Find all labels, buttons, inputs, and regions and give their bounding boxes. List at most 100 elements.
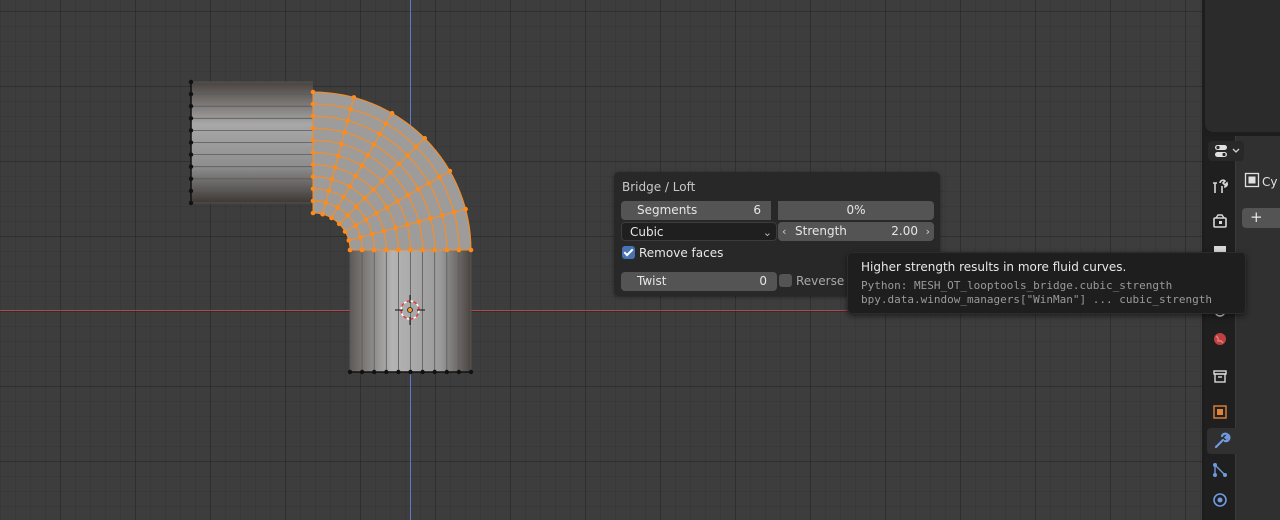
vertex-selected[interactable] xyxy=(336,221,342,227)
vertex-selected[interactable] xyxy=(310,198,316,204)
vertex-selected[interactable] xyxy=(348,106,354,112)
vertex-selected[interactable] xyxy=(371,142,377,147)
increment-arrow-icon[interactable]: › xyxy=(926,222,930,241)
vertex-selected[interactable] xyxy=(416,219,422,224)
vertex-selected[interactable] xyxy=(362,195,368,201)
vertex-selected[interactable] xyxy=(363,217,369,222)
vertex-selected[interactable] xyxy=(447,168,453,174)
vertex-selected[interactable] xyxy=(332,165,338,170)
twist-field[interactable]: Twist 0 xyxy=(621,272,777,291)
vertex-selected[interactable] xyxy=(347,184,352,189)
vertex-selected[interactable] xyxy=(379,178,385,184)
segments-field[interactable]: Segments 6 xyxy=(621,201,771,220)
vertex-selected[interactable] xyxy=(422,135,428,141)
vertex-selected[interactable] xyxy=(359,163,365,168)
vertex-selected[interactable] xyxy=(426,180,432,186)
remove-faces-checkbox[interactable]: Remove faces xyxy=(622,246,723,262)
vertex-selected[interactable] xyxy=(383,121,389,126)
vertex-selected[interactable] xyxy=(396,161,402,167)
add-modifier-button[interactable]: + xyxy=(1242,208,1280,228)
vertex-selected[interactable] xyxy=(339,141,344,147)
vertex-selected[interactable] xyxy=(335,153,341,159)
vertex-selected[interactable] xyxy=(381,228,387,234)
vertex-selected[interactable] xyxy=(358,234,363,240)
vertex-selected[interactable] xyxy=(335,205,340,210)
vertex-selected[interactable] xyxy=(463,206,468,212)
vertex-selected[interactable] xyxy=(371,247,377,253)
reverse-checkbox[interactable]: Reverse xyxy=(779,274,844,288)
decrement-arrow-icon[interactable]: ‹ xyxy=(782,222,786,241)
vertex-selected[interactable] xyxy=(320,211,325,217)
vertex-selected[interactable] xyxy=(404,222,410,228)
vertex-selected[interactable] xyxy=(329,215,334,221)
vertex-selected[interactable] xyxy=(310,126,316,131)
vertex-selected[interactable] xyxy=(310,150,316,155)
vertex-selected[interactable] xyxy=(346,238,352,243)
vertex-selected[interactable] xyxy=(432,247,438,253)
vertex-selected[interactable] xyxy=(388,170,393,175)
checkbox-checked-icon[interactable] xyxy=(622,246,635,259)
vertex-selected[interactable] xyxy=(347,247,353,253)
vertex-selected[interactable] xyxy=(345,118,350,124)
vertex-selected[interactable] xyxy=(369,231,375,237)
vertex-selected[interactable] xyxy=(468,247,474,253)
vertex-selected[interactable] xyxy=(456,247,462,253)
outliner-area[interactable] xyxy=(1202,0,1280,136)
vertex-selected[interactable] xyxy=(393,225,398,231)
vertex-selected[interactable] xyxy=(353,223,358,228)
vertex-selected[interactable] xyxy=(310,89,316,95)
strength-field[interactable]: ‹ Strength 2.00 › xyxy=(778,222,934,241)
vertex-selected[interactable] xyxy=(351,95,357,100)
vertex-selected[interactable] xyxy=(396,247,401,253)
vertex-selected[interactable] xyxy=(377,131,383,137)
vertex-selected[interactable] xyxy=(384,247,389,253)
vertex-selected[interactable] xyxy=(353,173,359,179)
interpolation-dropdown[interactable]: Cubic ⌄ xyxy=(621,222,777,241)
collection-icon[interactable] xyxy=(1207,363,1233,389)
vertex-selected[interactable] xyxy=(374,211,379,216)
tool-icon[interactable] xyxy=(1207,173,1233,199)
vertex-selected[interactable] xyxy=(310,113,316,119)
particles-icon[interactable] xyxy=(1207,457,1233,483)
vertex-selected[interactable] xyxy=(359,247,365,253)
vertex-selected[interactable] xyxy=(439,213,445,218)
minimum-width-slider[interactable]: 0% xyxy=(778,201,934,220)
vertex-selected[interactable] xyxy=(310,174,316,179)
vertex-selected[interactable] xyxy=(405,192,411,198)
vertex-selected[interactable] xyxy=(408,247,413,253)
vertex-selected[interactable] xyxy=(310,186,316,192)
vertex-selected[interactable] xyxy=(384,205,390,210)
vertex-selected[interactable] xyxy=(437,174,442,180)
vertex-selected[interactable] xyxy=(451,209,457,215)
vertex-selected[interactable] xyxy=(326,188,332,194)
checkbox-unchecked-icon[interactable] xyxy=(779,274,792,287)
vertex-selected[interactable] xyxy=(365,152,371,158)
vertex-selected[interactable] xyxy=(444,247,450,253)
panel-title[interactable]: Bridge / Loft xyxy=(622,180,695,194)
vertex-selected[interactable] xyxy=(341,194,346,200)
vertex-selected[interactable] xyxy=(310,101,316,107)
vertex-selected[interactable] xyxy=(405,153,410,158)
vertex-selected[interactable] xyxy=(420,247,425,253)
vertex-selected[interactable] xyxy=(416,186,421,192)
vertex-selected[interactable] xyxy=(413,144,419,150)
object-name-field[interactable]: Cy xyxy=(1262,175,1277,189)
editor-type-dropdown[interactable] xyxy=(1208,141,1244,161)
vertex-selected[interactable] xyxy=(310,162,316,167)
vertex-selected[interactable] xyxy=(371,187,376,192)
vertex-selected[interactable] xyxy=(389,110,395,116)
vertex-selected[interactable] xyxy=(342,229,348,234)
vertex-selected[interactable] xyxy=(395,198,400,204)
vertex-selected[interactable] xyxy=(310,138,316,143)
vertex-selected[interactable] xyxy=(323,200,329,205)
vertex-selected[interactable] xyxy=(345,212,351,218)
modifier-icon[interactable] xyxy=(1207,428,1236,454)
world-icon[interactable] xyxy=(1207,326,1233,352)
vertex-selected[interactable] xyxy=(342,130,347,135)
vertex-selected[interactable] xyxy=(310,210,316,216)
render-icon[interactable] xyxy=(1207,208,1233,234)
physics-icon[interactable] xyxy=(1207,487,1233,513)
vertex-selected[interactable] xyxy=(428,216,433,221)
vertex-selected[interactable] xyxy=(353,204,359,210)
vertex-selected[interactable] xyxy=(329,176,335,182)
